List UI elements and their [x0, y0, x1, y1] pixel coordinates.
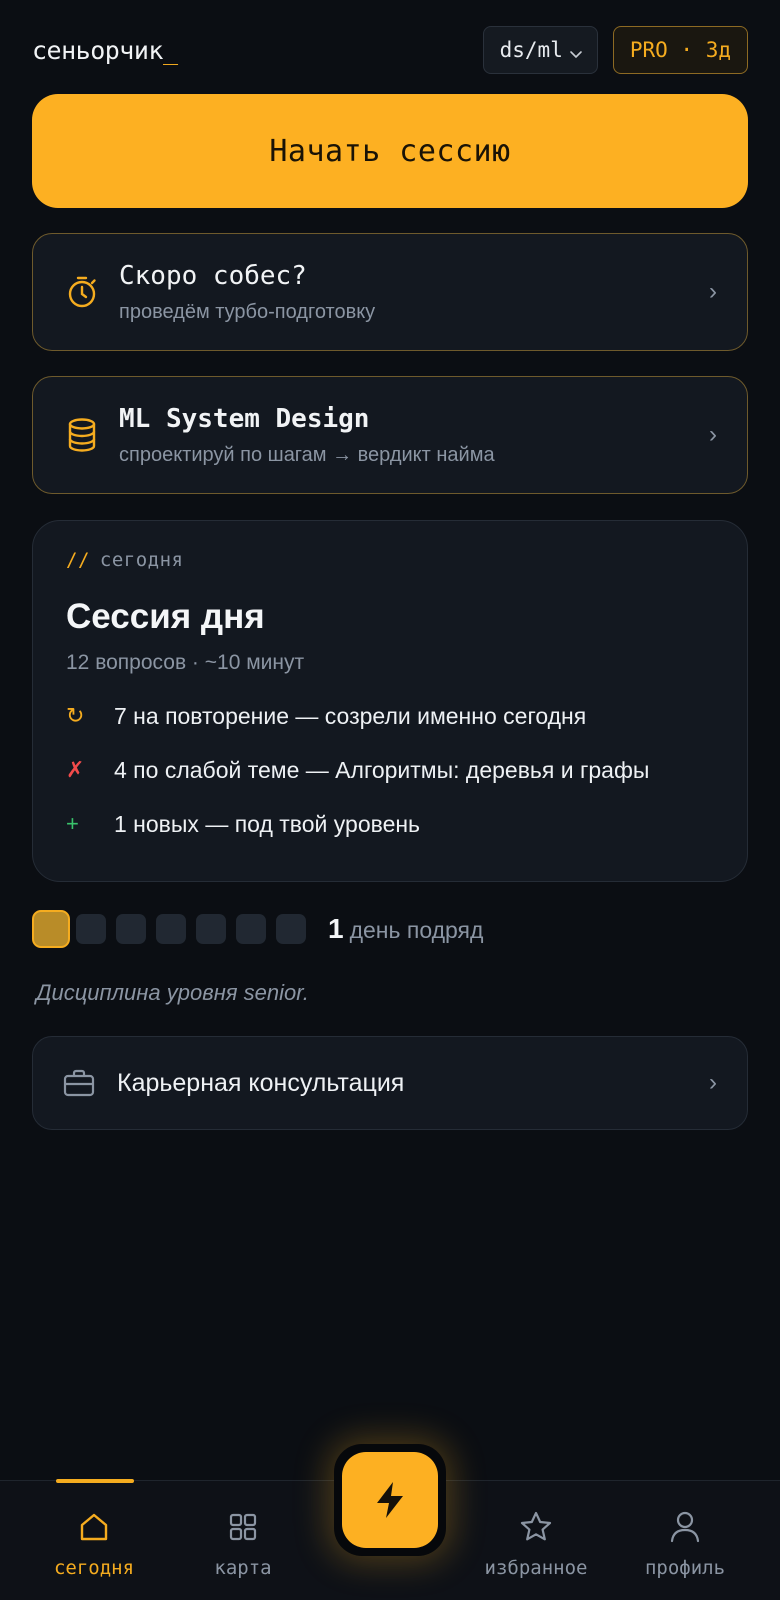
streak-day: [32, 910, 70, 948]
session-row-text: 7 на повторение — созрели именно сегодня: [114, 702, 587, 729]
home-icon: [79, 1509, 109, 1545]
grid-icon: [228, 1509, 258, 1545]
promo-title: ML System Design: [119, 403, 370, 434]
nav-item-favorites[interactable]: избранное: [466, 1481, 606, 1600]
user-icon: [670, 1509, 700, 1545]
session-row-text: 4 по слабой теме — Алгоритмы: деревья и …: [114, 756, 650, 783]
promo-title: Скоро собес?: [119, 260, 307, 291]
career-label: Карьерная консультация: [117, 1068, 405, 1097]
app-header: сеньорчик_ ds/ml PRO · 3д: [32, 26, 748, 74]
track-select[interactable]: ds/ml: [482, 26, 598, 74]
nav-item-profile[interactable]: профиль: [615, 1481, 755, 1600]
start-session-button[interactable]: Начать сессию: [32, 94, 748, 208]
streak-day: [116, 914, 146, 944]
plus-icon: +: [66, 811, 79, 836]
chevron-right-icon: ›: [709, 278, 717, 305]
ml-system-design-card[interactable]: ML System Design спроектируй по шагам → …: [32, 376, 748, 494]
nav-label: карта: [214, 1557, 272, 1579]
cross-icon: ✗: [66, 757, 85, 782]
streak-day: [236, 914, 266, 944]
streak-text: 1 день подряд: [328, 913, 484, 944]
quick-start-fab[interactable]: [334, 1444, 446, 1556]
interview-prep-card[interactable]: Скоро собес? проведём турбо-подготовку ›: [32, 233, 748, 351]
database-icon: [65, 417, 99, 453]
nav-item-map[interactable]: карта: [173, 1481, 313, 1600]
session-row-repeat: ↻ 7 на повторение — созрели именно сегод…: [66, 689, 714, 743]
pro-badge[interactable]: PRO · 3д: [612, 26, 748, 74]
lightning-icon: [377, 1482, 403, 1518]
session-meta: 12 вопросов · ~10 минут: [66, 651, 305, 674]
session-row-weak: ✗ 4 по слабой теме — Алгоритмы: деревья …: [66, 743, 714, 797]
repeat-icon: ↻: [66, 703, 85, 728]
nav-label: профиль: [644, 1557, 726, 1579]
chevron-right-icon: ›: [709, 1069, 717, 1096]
nav-label: сегодня: [53, 1557, 135, 1579]
nav-active-indicator: [56, 1479, 134, 1483]
streak-day: [196, 914, 226, 944]
daily-session-card[interactable]: //сегодня Сессия дня 12 вопросов · ~10 м…: [32, 520, 748, 882]
nav-item-today[interactable]: сегодня: [24, 1479, 164, 1600]
career-consultation-card[interactable]: Карьерная консультация ›: [32, 1036, 748, 1130]
streak-day: [156, 914, 186, 944]
motto-text: Дисциплина уровня senior.: [36, 980, 309, 1005]
nav-label: избранное: [484, 1557, 588, 1579]
timer-icon: [65, 275, 99, 309]
app-logo: сеньорчик_: [32, 35, 178, 65]
streak-day: [276, 914, 306, 944]
streak-day: [76, 914, 106, 944]
session-label: //сегодня: [66, 549, 184, 571]
chevron-down-icon: [570, 51, 582, 59]
briefcase-icon: [63, 1069, 95, 1097]
streak-tracker: 1 день подряд: [32, 908, 483, 950]
session-title: Сессия дня: [66, 597, 265, 636]
session-row-new: + 1 новых — под твой уровень: [66, 797, 714, 851]
promo-subtitle: проведём турбо-подготовку: [119, 300, 376, 323]
promo-subtitle: спроектируй по шагам → вердикт найма: [119, 443, 495, 466]
track-select-value: ds/ml: [499, 38, 563, 62]
session-row-text: 1 новых — под твой уровень: [114, 810, 421, 837]
chevron-right-icon: ›: [709, 421, 717, 448]
star-icon: [519, 1509, 553, 1545]
